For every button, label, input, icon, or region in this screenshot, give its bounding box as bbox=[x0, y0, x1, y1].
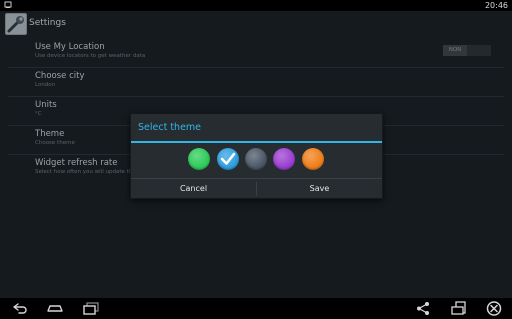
share-icon[interactable] bbox=[414, 300, 432, 317]
rotate-screen-icon[interactable] bbox=[450, 300, 468, 317]
android-screen: 20:46 Settings Use My Location Use devic… bbox=[0, 0, 512, 319]
theme-swatches bbox=[131, 147, 382, 171]
back-icon[interactable] bbox=[11, 300, 29, 317]
cancel-button[interactable]: Cancel bbox=[131, 179, 256, 199]
status-time: 20:46 bbox=[484, 1, 508, 10]
status-bar: 20:46 bbox=[0, 0, 512, 11]
theme-swatch-blue[interactable] bbox=[217, 148, 239, 170]
dialog-button-bar: Cancel Save bbox=[131, 178, 382, 199]
recent-apps-icon[interactable] bbox=[82, 300, 100, 317]
navigation-bar bbox=[0, 298, 512, 319]
notification-icon bbox=[4, 1, 12, 8]
close-icon[interactable] bbox=[485, 300, 503, 317]
checkmark-icon bbox=[220, 152, 236, 165]
theme-swatch-green[interactable] bbox=[188, 148, 210, 170]
theme-swatch-purple[interactable] bbox=[273, 148, 295, 170]
select-theme-dialog: Select theme Cancel Save bbox=[130, 113, 383, 199]
save-button[interactable]: Save bbox=[257, 179, 382, 199]
dialog-title: Select theme bbox=[138, 122, 202, 133]
home-icon[interactable] bbox=[46, 300, 64, 317]
theme-swatch-slate[interactable] bbox=[245, 148, 267, 170]
theme-swatch-orange[interactable] bbox=[302, 148, 324, 170]
dialog-title-divider bbox=[131, 141, 382, 143]
